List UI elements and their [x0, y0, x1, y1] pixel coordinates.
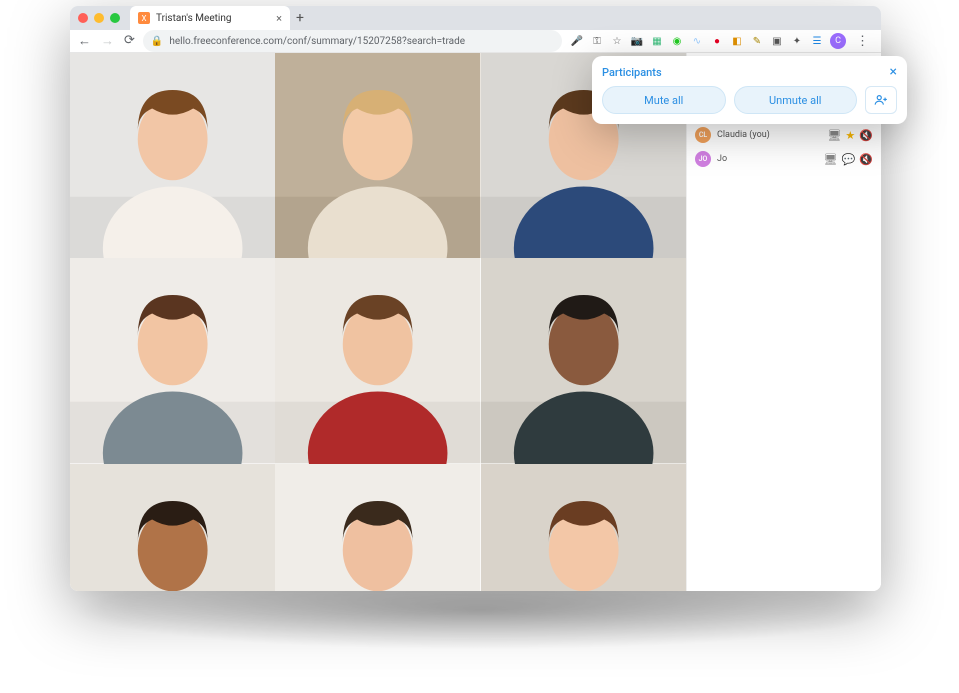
participant-avatar: CL — [695, 127, 711, 143]
browser-toolbar: ← → ⟳ 🔒 hello.freeconference.com/conf/su… — [70, 30, 881, 53]
video-tile[interactable] — [70, 53, 275, 258]
puzzle-extension-icon[interactable]: ✦ — [790, 34, 804, 48]
pocket-extension-icon[interactable]: ◧ — [730, 34, 744, 48]
participant-avatar: JO — [695, 151, 711, 167]
evernote-extension-icon[interactable]: ◉ — [670, 34, 684, 48]
panel-close-icon[interactable]: × — [890, 64, 897, 80]
star-icon[interactable]: ☆ — [610, 34, 624, 48]
lock-icon: 🔒 — [151, 36, 163, 47]
key-extension-icon[interactable]: ⚿ — [590, 34, 604, 48]
mic-muted-icon: 🔇 — [859, 153, 873, 166]
participants-floating-panel: Participants × Mute all Unmute all — [592, 56, 907, 124]
link-extension-icon[interactable]: ∿ — [690, 34, 704, 48]
list-extension-icon[interactable]: ☰ — [810, 34, 824, 48]
tab-title: Tristan's Meeting — [156, 13, 231, 24]
marker-extension-icon[interactable]: ✎ — [750, 34, 764, 48]
participant-row[interactable]: JO Jo 🖥 💬 🔇 — [687, 147, 881, 171]
grid-extension-icon[interactable]: ▦ — [650, 34, 664, 48]
video-tile[interactable] — [481, 464, 686, 591]
mic-extension-icon[interactable]: 🎤 — [570, 34, 584, 48]
participant-name: Jo — [717, 154, 818, 164]
chat-placeholder-icon: 💬 — [842, 153, 856, 166]
browser-tab[interactable]: X Tristan's Meeting × — [130, 6, 290, 30]
cube-extension-icon[interactable]: ▣ — [770, 34, 784, 48]
forward-icon[interactable]: → — [101, 33, 114, 49]
app-content: CL Claudia (you) 🖥 ★ 🔇 JO Jo 🖥 💬 🔇 — [70, 53, 881, 591]
video-tile[interactable] — [481, 258, 686, 463]
participants-sidepanel: CL Claudia (you) 🖥 ★ 🔇 JO Jo 🖥 💬 🔇 — [686, 53, 881, 591]
desktop-icon: 🖥 — [824, 153, 838, 166]
video-grid — [70, 53, 686, 591]
maximize-window-icon[interactable] — [110, 13, 120, 23]
address-bar[interactable]: 🔒 hello.freeconference.com/conf/summary/… — [143, 30, 562, 52]
add-user-icon — [874, 93, 888, 107]
extension-icons: 🎤 ⚿ ☆ 📷 ▦ ◉ ∿ ● ◧ ✎ ▣ ✦ ☰ C ⋮ — [570, 33, 873, 49]
video-tile[interactable] — [275, 464, 480, 591]
host-star-icon: ★ — [845, 129, 855, 142]
video-tile[interactable] — [275, 258, 480, 463]
participant-name: Claudia (you) — [717, 130, 821, 140]
browser-menu-icon[interactable]: ⋮ — [852, 34, 873, 49]
reload-icon[interactable]: ⟳ — [124, 33, 135, 49]
profile-avatar[interactable]: C — [830, 33, 846, 49]
participant-row[interactable]: CL Claudia (you) 🖥 ★ 🔇 — [687, 123, 881, 147]
camera-extension-icon[interactable]: 📷 — [630, 34, 644, 48]
video-tile[interactable] — [70, 258, 275, 463]
unmute-all-button[interactable]: Unmute all — [734, 86, 858, 114]
close-window-icon[interactable] — [78, 13, 88, 23]
tab-close-icon[interactable]: × — [276, 12, 282, 25]
new-tab-icon[interactable]: + — [296, 10, 304, 26]
desktop-icon: 🖥 — [827, 129, 841, 142]
participants-list: CL Claudia (you) 🖥 ★ 🔇 JO Jo 🖥 💬 🔇 — [687, 123, 881, 591]
panel-title: Participants — [602, 66, 662, 79]
minimize-window-icon[interactable] — [94, 13, 104, 23]
window-controls — [78, 13, 120, 23]
add-participant-button[interactable] — [865, 86, 897, 114]
url-text: hello.freeconference.com/conf/summary/15… — [169, 36, 465, 47]
mic-muted-icon: 🔇 — [859, 129, 873, 142]
pinterest-extension-icon[interactable]: ● — [710, 34, 724, 48]
video-tile[interactable] — [70, 464, 275, 591]
mute-all-button[interactable]: Mute all — [602, 86, 726, 114]
browser-tabstrip: X Tristan's Meeting × + — [70, 6, 881, 30]
back-icon[interactable]: ← — [78, 33, 91, 49]
tab-favicon-icon: X — [138, 12, 150, 24]
video-tile[interactable] — [275, 53, 480, 258]
